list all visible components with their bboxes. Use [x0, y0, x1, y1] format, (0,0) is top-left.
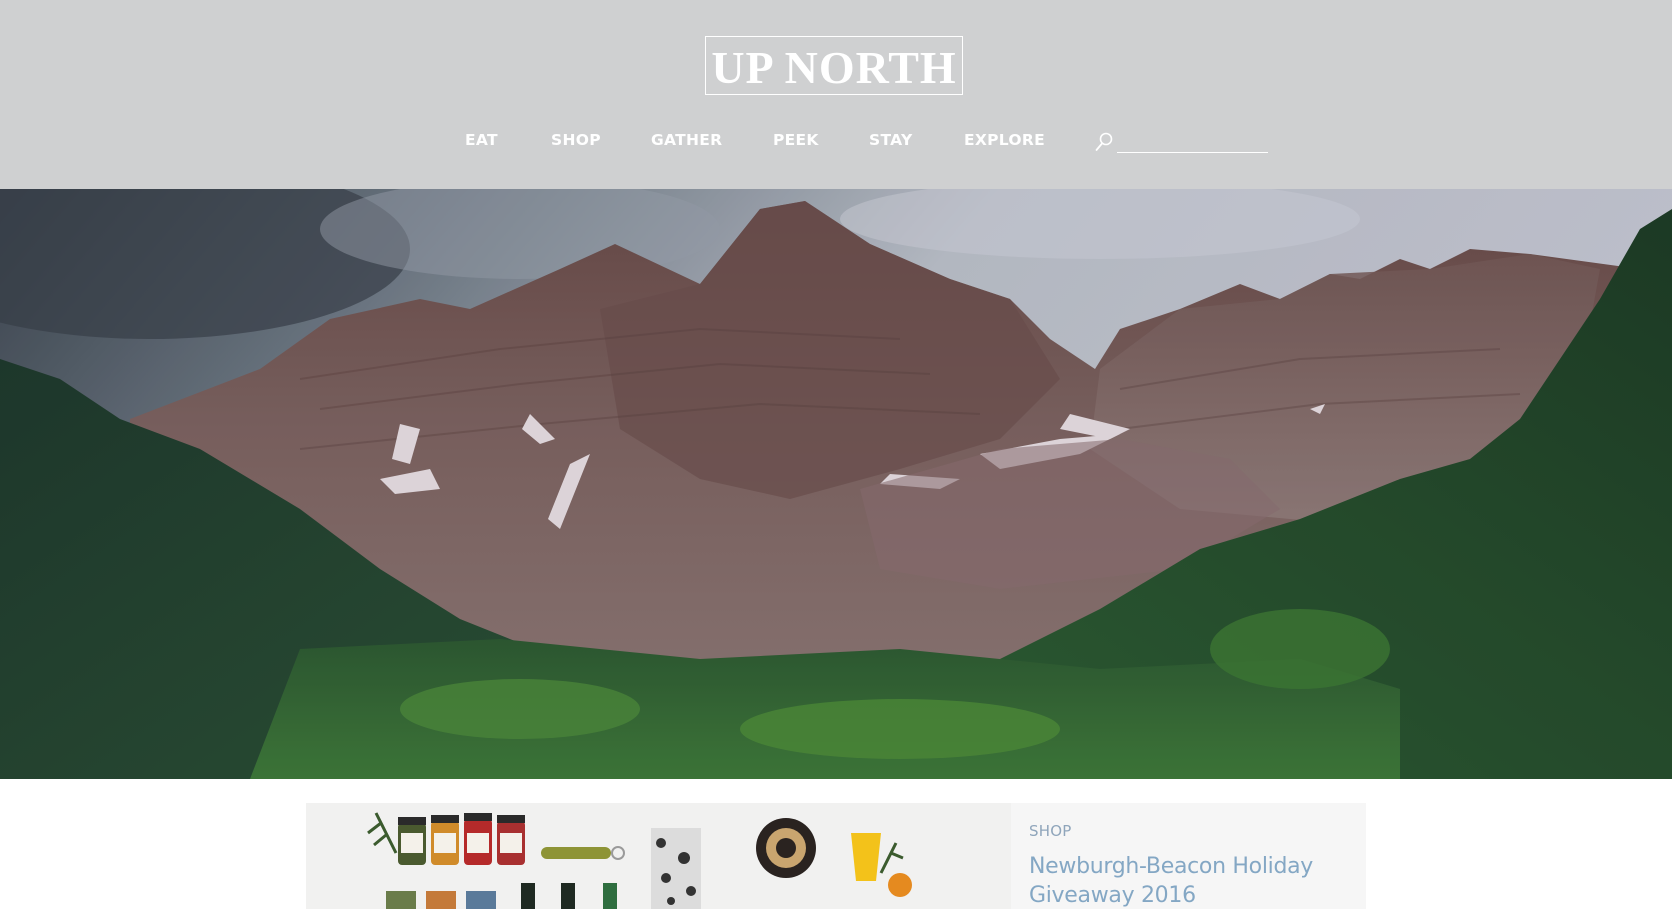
site-logo[interactable]: UP NORTH [705, 36, 963, 95]
featured-post-card[interactable]: SHOP Newburgh-Beacon Holiday Giveaway 20… [306, 803, 1366, 909]
nav-item-eat[interactable]: EAT [465, 128, 498, 152]
hero-banner [0, 189, 1672, 779]
mountain-landscape-photo [0, 189, 1672, 779]
nav-item-explore[interactable]: EXPLORE [964, 128, 1045, 152]
nav-item-shop[interactable]: SHOP [551, 128, 601, 152]
nav-item-gather[interactable]: GATHER [651, 128, 722, 152]
nav-item-stay[interactable]: STAY [869, 128, 912, 152]
main-nav: EAT SHOP GATHER PEEK STAY EXPLORE [0, 128, 1672, 152]
search-input[interactable] [1117, 128, 1268, 153]
search-icon[interactable] [1094, 131, 1114, 153]
post-category[interactable]: SHOP [1029, 822, 1071, 840]
nav-item-peek[interactable]: PEEK [773, 128, 819, 152]
post-title[interactable]: Newburgh-Beacon Holiday Giveaway 2016 [1029, 852, 1349, 909]
featured-post-image[interactable] [306, 803, 1011, 909]
site-header: UP NORTH EAT SHOP GATHER PEEK STAY EXPLO… [0, 0, 1672, 189]
